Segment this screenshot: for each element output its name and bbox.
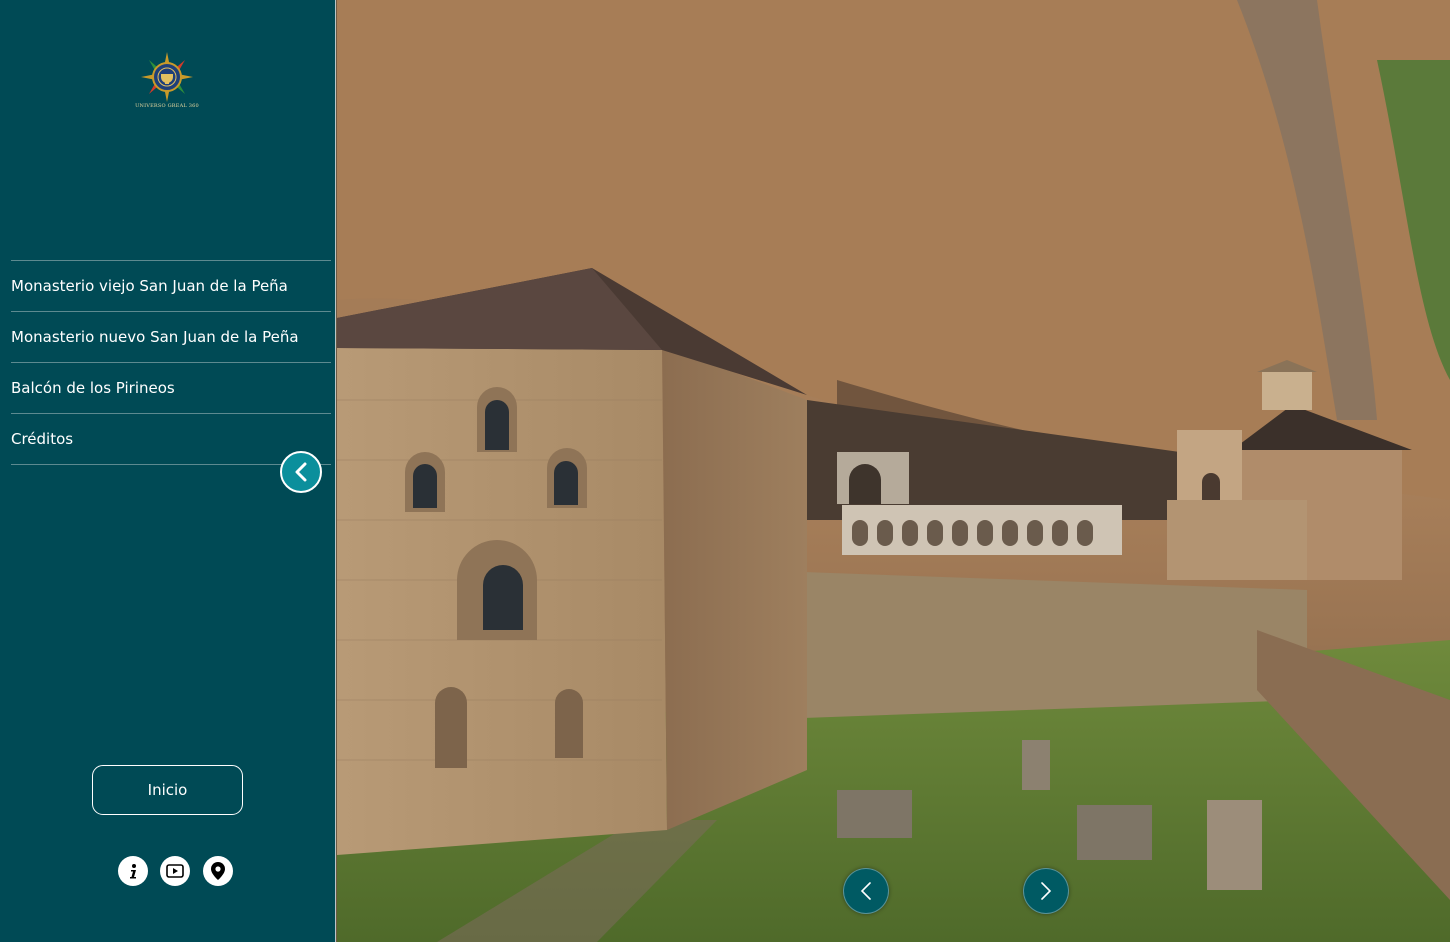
menu-item-monasterio-nuevo[interactable]: Monasterio nuevo San Juan de la Peña <box>11 312 331 363</box>
footer-icon-row <box>118 856 234 886</box>
home-button[interactable]: Inicio <box>92 765 243 815</box>
menu-item-balcon-pirineos[interactable]: Balcón de los Pirineos <box>11 363 331 414</box>
menu-item-label: Monasterio nuevo San Juan de la Peña <box>11 328 299 346</box>
previous-hotspot-button[interactable] <box>843 868 889 914</box>
video-icon[interactable] <box>160 856 190 886</box>
panorama-viewer[interactable] <box>337 0 1450 942</box>
menu-item-label: Balcón de los Pirineos <box>11 379 175 397</box>
chevron-right-icon <box>1041 882 1052 900</box>
monastery-panorama-image <box>337 0 1450 942</box>
virtual-tour-app: UNIVERSO GREAL 360 Monasterio viejo San … <box>0 0 1450 942</box>
collapse-sidebar-button[interactable] <box>280 451 322 493</box>
next-hotspot-button[interactable] <box>1023 868 1069 914</box>
menu-item-monasterio-viejo[interactable]: Monasterio viejo San Juan de la Peña <box>11 261 331 312</box>
menu-item-label: Créditos <box>11 430 74 448</box>
chevron-left-icon <box>295 462 307 482</box>
chevron-left-icon <box>860 882 871 900</box>
info-icon[interactable] <box>118 856 148 886</box>
menu-item-creditos[interactable]: Créditos <box>11 414 331 465</box>
logo-text: UNIVERSO GREAL 360 <box>135 103 199 109</box>
map-pin-icon[interactable] <box>203 856 233 886</box>
scene-menu: Monasterio viejo San Juan de la Peña Mon… <box>11 260 331 465</box>
menu-item-label: Monasterio viejo San Juan de la Peña <box>11 277 288 295</box>
compass-logo-icon <box>141 52 193 102</box>
brand-logo[interactable]: UNIVERSO GREAL 360 <box>133 52 201 112</box>
